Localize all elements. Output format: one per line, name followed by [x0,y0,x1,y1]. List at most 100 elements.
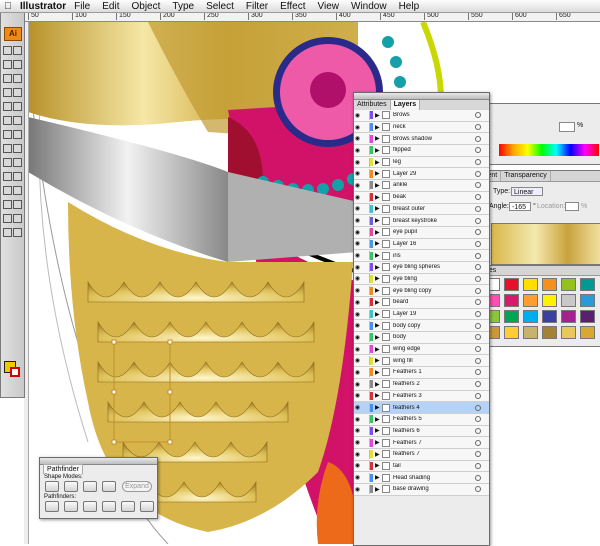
layer-name[interactable]: neck [393,124,475,130]
layer-row[interactable]: ◉ ▶ iris [354,250,489,262]
layer-name[interactable]: Layer 16 [393,241,475,247]
layer-row[interactable]: ◉ ▶ leg [354,156,489,169]
layer-name[interactable]: wing edge [393,346,475,352]
lock-toggle[interactable] [361,367,370,377]
target-circle-icon[interactable] [475,252,481,259]
expand-triangle-icon[interactable]: ▶ [375,486,382,493]
layer-row[interactable]: ◉ ▶ wing fill [354,355,489,368]
target-circle-icon[interactable] [475,159,481,166]
expand-triangle-icon[interactable]: ▶ [375,427,382,434]
slice-tool-icon[interactable] [13,200,22,209]
expand-triangle-icon[interactable]: ▶ [375,299,382,306]
layer-row[interactable]: ◉ ▶ Layer 29 [354,168,489,181]
eyedropper-tool-icon[interactable] [3,172,12,181]
layer-row[interactable]: ◉ ▶ flipped [354,145,489,157]
swatch[interactable] [542,326,557,339]
app-menu[interactable]: Illustrator [20,1,66,12]
layer-name[interactable]: eye pupil [393,229,475,235]
trim-button[interactable] [64,501,78,512]
swatch[interactable] [561,326,576,339]
visibility-eye-icon[interactable]: ◉ [354,381,361,388]
lock-toggle[interactable] [361,145,370,155]
layer-row[interactable]: ◉ ▶ tail [354,460,489,473]
layer-name[interactable]: Feathers 3 [393,393,475,399]
location-input[interactable] [565,202,579,211]
lock-toggle[interactable] [361,216,370,226]
target-circle-icon[interactable] [475,311,481,318]
line-tool-icon[interactable] [3,88,12,97]
layer-name[interactable]: feathers 7 [393,451,475,457]
gradient-type-select[interactable]: Linear [511,187,543,196]
target-circle-icon[interactable] [475,357,481,364]
layer-row[interactable]: ◉ ▶ eye bling copy [354,285,489,297]
expand-triangle-icon[interactable]: ▶ [375,462,382,469]
selection-tool-icon[interactable] [3,46,12,55]
swatch[interactable] [504,278,519,291]
layer-row[interactable]: ◉ ▶ neck [354,121,489,134]
hand-tool-icon[interactable] [3,228,12,237]
layer-name[interactable]: feathers 4 [393,405,475,411]
layer-name[interactable]: Feathers 1 [393,369,475,375]
expand-triangle-icon[interactable]: ▶ [375,264,382,271]
visibility-eye-icon[interactable]: ◉ [354,299,361,306]
layer-name[interactable]: leg [393,159,475,165]
minus-front-button[interactable] [64,481,78,492]
menu-file[interactable]: File [74,1,90,12]
visibility-eye-icon[interactable]: ◉ [354,159,361,166]
expand-triangle-icon[interactable]: ▶ [375,194,382,201]
layer-name[interactable]: beard [393,299,475,305]
layer-row[interactable]: ◉ ▶ Layer 16 [354,238,489,251]
merge-button[interactable] [83,501,97,512]
swatch[interactable] [523,326,538,339]
visibility-eye-icon[interactable]: ◉ [354,392,361,399]
lock-toggle[interactable] [361,379,370,389]
lock-toggle[interactable] [361,204,370,214]
target-circle-icon[interactable] [475,124,481,131]
expand-triangle-icon[interactable]: ▶ [375,287,382,294]
lock-toggle[interactable] [361,274,370,284]
target-circle-icon[interactable] [475,205,481,212]
lock-toggle[interactable] [361,356,370,366]
layer-row[interactable]: ◉ ▶ feathers 2 [354,378,489,391]
layer-name[interactable]: ankle [393,182,475,188]
zoom-tool-icon[interactable] [13,228,22,237]
expand-triangle-icon[interactable]: ▶ [375,240,382,247]
expand-triangle-icon[interactable]: ▶ [375,451,382,458]
visibility-eye-icon[interactable]: ◉ [354,252,361,259]
expand-triangle-icon[interactable]: ▶ [375,381,382,388]
layer-row[interactable]: ◉ ▶ beak [354,191,489,204]
swatches-tab[interactable]: hes [481,266,600,276]
lock-toggle[interactable] [361,157,370,167]
layer-row[interactable]: ◉ ▶ feathers 7 [354,448,489,461]
menu-help[interactable]: Help [399,1,420,12]
apple-menu-icon[interactable]:  [0,1,16,12]
expand-triangle-icon[interactable]: ▶ [375,124,382,131]
layer-row[interactable]: ◉ ▶ Feathers 5 [354,413,489,426]
expand-triangle-icon[interactable]: ▶ [375,416,382,423]
visibility-eye-icon[interactable]: ◉ [354,369,361,376]
target-circle-icon[interactable] [475,439,481,446]
scale-tool-icon[interactable] [13,116,22,125]
lock-toggle[interactable] [361,309,370,319]
layer-row[interactable]: ◉ ▶ breast keystroke [354,215,489,227]
layer-row[interactable]: ◉ ▶ Feathers 3 [354,390,489,403]
paintbrush-tool-icon[interactable] [3,102,12,111]
symbol-sprayer-tool-icon[interactable] [3,144,12,153]
swatch[interactable] [504,326,519,339]
visibility-eye-icon[interactable]: ◉ [354,311,361,318]
expand-triangle-icon[interactable]: ▶ [375,404,382,411]
visibility-eye-icon[interactable]: ◉ [354,217,361,224]
target-circle-icon[interactable] [475,240,481,247]
stroke-swatch[interactable] [10,367,20,377]
visibility-eye-icon[interactable]: ◉ [354,357,361,364]
target-circle-icon[interactable] [475,462,481,469]
visibility-eye-icon[interactable]: ◉ [354,182,361,189]
magic-wand-tool-icon[interactable] [3,60,12,69]
layer-row[interactable]: ◉ ▶ feathers 6 [354,425,489,438]
lock-toggle[interactable] [361,344,370,354]
expand-triangle-icon[interactable]: ▶ [375,357,382,364]
layer-name[interactable]: beak [393,194,475,200]
rectangle-tool-icon[interactable] [13,88,22,97]
layer-row[interactable]: ◉ ▶ Layer 19 [354,308,489,321]
layer-name[interactable]: iris [393,253,475,259]
